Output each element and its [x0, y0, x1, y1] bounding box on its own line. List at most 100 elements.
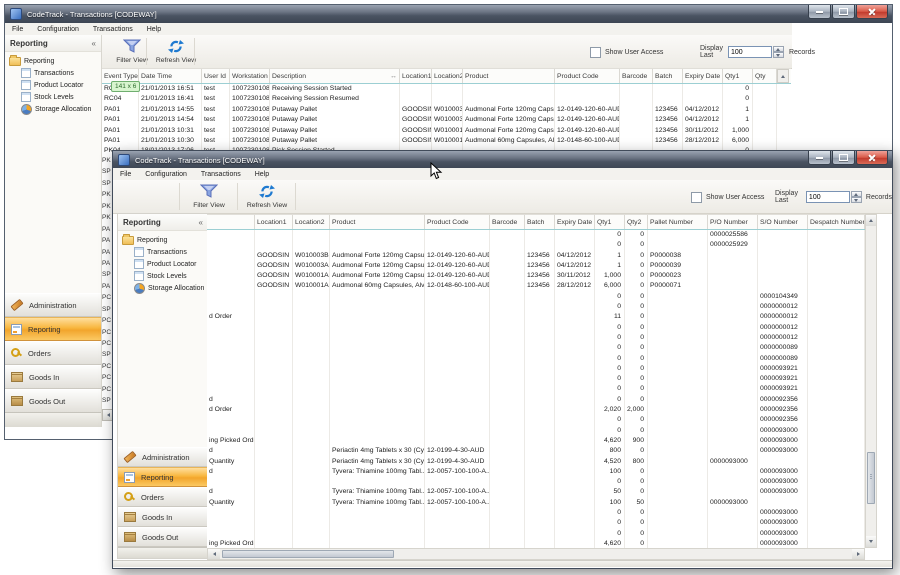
menu-item[interactable]: Transactions [86, 26, 140, 33]
column-header[interactable]: Qty2 [625, 215, 648, 229]
column-header[interactable]: Location2 [432, 69, 463, 83]
nav-button[interactable]: Orders [118, 487, 208, 507]
column-header[interactable]: S/O Number [758, 215, 808, 229]
scroll-up-button[interactable] [777, 69, 789, 83]
scroll-left-button[interactable] [208, 549, 220, 559]
table-row[interactable]: GOODSIN W010001A Audmonal Forte 120mg Ca… [207, 271, 865, 281]
table-row[interactable]: 0 0 0000092356 [207, 415, 865, 425]
table-row[interactable]: 0 0 0000025586 [207, 230, 865, 240]
table-row[interactable]: d Order 2,020 2,000 0000092356 [207, 405, 865, 415]
maximize-button[interactable] [832, 151, 855, 165]
table-row[interactable]: d Order 11 0 0000000012 [207, 312, 865, 322]
menu-item[interactable]: Help [248, 171, 276, 178]
column-header[interactable]: Location1 [400, 69, 432, 83]
nav-button[interactable]: Goods In [118, 507, 208, 527]
spinner-down-button[interactable] [773, 52, 784, 58]
table-row[interactable]: d Tyvera: Thiamine 100mg Tabl... 12-0057… [207, 487, 865, 497]
menu-item[interactable]: Configuration [30, 26, 86, 33]
table-row[interactable]: PA01 21/01/2013 14:55 test 1007230108 Pu… [102, 105, 791, 115]
table-row[interactable]: GOODSIN W010003A Audmonal Forte 120mg Ca… [207, 261, 865, 271]
minimize-button[interactable] [808, 151, 831, 165]
nav-button[interactable]: Goods Out [5, 389, 101, 413]
column-resize-icon[interactable]: ↔ [390, 73, 397, 80]
table-row[interactable]: 0 0 0000093000 [207, 477, 865, 487]
column-header[interactable]: Product Code [425, 215, 490, 229]
tree-item[interactable]: Storage Allocation [122, 282, 208, 294]
column-header[interactable]: Expiry Date [683, 69, 723, 83]
table-row[interactable]: 0 0 0000093921 [207, 364, 865, 374]
table-row[interactable]: d 0 0 0000092356 [207, 395, 865, 405]
column-header[interactable]: Location1 [255, 215, 293, 229]
menu-item[interactable]: Configuration [138, 171, 194, 178]
menu-item[interactable]: File [5, 26, 30, 33]
nav-button[interactable]: Administration [5, 293, 101, 317]
table-row[interactable]: 0 0 0000093921 [207, 374, 865, 384]
tree-root-reporting[interactable]: Reporting [122, 234, 208, 246]
menu-item[interactable]: Help [140, 26, 168, 33]
table-row[interactable]: 0 0 0000093921 [207, 384, 865, 394]
table-row[interactable]: PA01 21/01/2013 10:30 test 1007230108 Pu… [102, 136, 791, 146]
table-row[interactable]: 0 0 0000093000 [207, 518, 865, 528]
nav-button[interactable]: Goods Out [118, 527, 208, 547]
tree-item[interactable]: Product Locator [122, 258, 208, 270]
nav-button[interactable]: Reporting [118, 467, 208, 487]
menu-item[interactable]: Transactions [194, 171, 248, 178]
table-row[interactable]: PA01 21/01/2013 14:54 test 1007230108 Pu… [102, 115, 791, 125]
table-row[interactable]: RC04 21/01/2013 16:51 test 1007230108 Re… [102, 84, 791, 94]
collapse-icon[interactable]: « [199, 218, 203, 227]
table-row[interactable]: 0 0 0000025929 [207, 240, 865, 250]
column-header[interactable]: Batch [525, 215, 555, 229]
table-row[interactable]: 0 0 0000000089 [207, 354, 865, 364]
menu-item[interactable]: File [113, 171, 138, 178]
horizontal-scroll-thumb[interactable] [222, 550, 394, 558]
tree-item[interactable]: Product Locator [9, 79, 101, 91]
table-row[interactable]: RC04 21/01/2013 16:41 test 1007230108 Re… [102, 94, 791, 104]
scroll-right-button[interactable] [852, 549, 864, 559]
show-user-access-checkbox[interactable] [590, 47, 601, 58]
table-row[interactable]: ing Picked Order 4,620 900 0000093000 [207, 436, 865, 446]
vertical-scroll-thumb[interactable] [867, 452, 875, 504]
table-row[interactable]: GOODSIN W010003B Audmonal Forte 120mg Ca… [207, 251, 865, 261]
column-header[interactable]: Batch [653, 69, 683, 83]
table-row[interactable]: d Tyvera: Thiamine 100mg Tabl... 12-0057… [207, 467, 865, 477]
column-header[interactable]: Product Code [555, 69, 620, 83]
table-row[interactable]: 0 0 0000000012 [207, 323, 865, 333]
column-header[interactable]: Barcode [490, 215, 525, 229]
close-button[interactable] [856, 5, 888, 19]
show-user-access-checkbox[interactable] [691, 192, 702, 203]
table-row[interactable]: Quantity Periactin 4mg Tablets x 30 (Cy.… [207, 457, 865, 467]
tree-item[interactable]: Stock Levels [9, 91, 101, 103]
table-row[interactable]: d Periactin 4mg Tablets x 30 (Cy... 12-0… [207, 446, 865, 456]
column-header[interactable]: Barcode [620, 69, 653, 83]
table-row[interactable]: 0 0 0000093000 [207, 529, 865, 539]
close-button[interactable] [856, 151, 888, 165]
title-bar[interactable]: CodeTrack - Transactions [CODEWAY] [5, 5, 892, 23]
collapse-icon[interactable]: « [92, 39, 96, 48]
nav-button[interactable]: Goods In [5, 365, 101, 389]
nav-button[interactable]: Administration [118, 447, 208, 467]
column-header[interactable]: Pallet Number [648, 215, 708, 229]
column-header[interactable]: Qty1 [723, 69, 753, 83]
nav-button[interactable]: Orders [5, 341, 101, 365]
nav-button[interactable]: Reporting [5, 317, 101, 341]
table-row[interactable]: 0 0 0000000012 [207, 302, 865, 312]
filter-view-button[interactable]: Filter View [183, 182, 235, 211]
column-header[interactable]: Qty [753, 69, 777, 83]
column-header[interactable]: Product [330, 215, 425, 229]
column-header[interactable]: Despatch Number [808, 215, 865, 229]
table-row[interactable]: 0 0 0000000012 [207, 333, 865, 343]
column-header[interactable]: P/O Number [708, 215, 758, 229]
column-header[interactable]: Description↔ [270, 69, 400, 83]
maximize-button[interactable] [832, 5, 855, 19]
tree-item[interactable]: Storage Allocation [9, 103, 101, 115]
title-bar[interactable]: CodeTrack - Transactions [CODEWAY] [113, 151, 892, 169]
column-header[interactable]: Location2 [293, 215, 330, 229]
display-last-input[interactable] [806, 191, 850, 203]
tree-item[interactable]: Stock Levels [122, 270, 208, 282]
vertical-scrollbar[interactable] [865, 214, 877, 548]
scroll-up-button[interactable] [866, 215, 876, 226]
column-header[interactable]: Workstation [230, 69, 270, 83]
table-row[interactable]: GOODSIN W010001A Audmonal 60mg Capsules,… [207, 281, 865, 291]
table-row[interactable]: 0 0 0000000089 [207, 343, 865, 353]
spinner-down-button[interactable] [851, 197, 862, 203]
